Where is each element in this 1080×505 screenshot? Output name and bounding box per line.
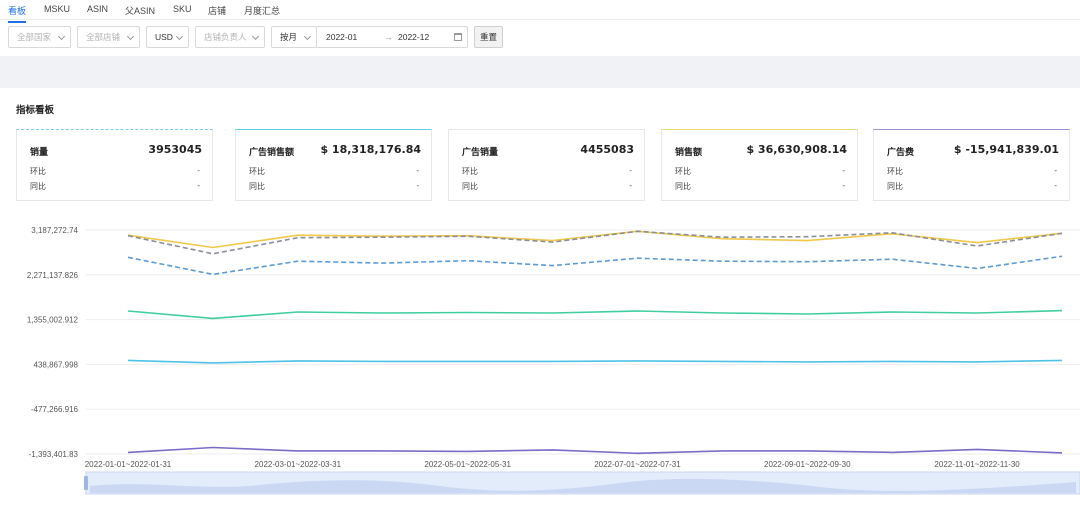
card-yoy-label: 同比 bbox=[249, 182, 265, 191]
date-range-end[interactable]: 2022-12 bbox=[398, 27, 429, 47]
x-tick-label: 2022-11-01~2022-11-30 bbox=[934, 460, 1020, 469]
series-line bbox=[127, 446, 1063, 455]
x-tick-label: 2022-07-01~2022-07-31 bbox=[594, 460, 681, 469]
card-value: $ 36,630,908.14 bbox=[746, 143, 847, 156]
card-mom-value: - bbox=[416, 166, 419, 175]
country-select[interactable]: 全部国家 bbox=[8, 26, 71, 48]
y-tick-label: -1,393,401.83 bbox=[29, 450, 79, 459]
zoom-handle-left[interactable] bbox=[84, 476, 88, 490]
shop-select-text: 全部店铺 bbox=[86, 32, 121, 42]
reset-button[interactable]: 重置 bbox=[474, 26, 503, 48]
shop-select[interactable]: 全部店铺 bbox=[77, 26, 140, 48]
card-label: 广告销售额 bbox=[249, 147, 295, 157]
card-mom-value: - bbox=[197, 166, 200, 175]
y-tick-label: 1,355,002.912 bbox=[27, 316, 79, 325]
card-label: 广告销量 bbox=[462, 147, 499, 157]
tab-msku[interactable]: MSKU bbox=[44, 4, 70, 18]
card-yoy-label: 同比 bbox=[462, 182, 478, 191]
tab-parent-asin[interactable]: 父ASIN bbox=[125, 4, 155, 21]
card-mom-label: 环比 bbox=[249, 167, 265, 176]
card-value: $ 18,318,176.84 bbox=[320, 143, 421, 156]
period-select-text: 按月 bbox=[280, 32, 298, 42]
section-title: 指标看板 bbox=[16, 105, 55, 116]
section-gap bbox=[0, 56, 1080, 88]
currency-select-text: USD bbox=[155, 32, 173, 42]
metric-card-ad-sales[interactable]: 广告销售额 $ 18,318,176.84 环比 - 同比 - bbox=[235, 129, 432, 201]
date-range-picker[interactable]: 2022-01 → 2022-12 bbox=[316, 26, 468, 48]
chevron-down-icon bbox=[251, 32, 260, 41]
card-value: 4455083 bbox=[580, 143, 634, 156]
series-line bbox=[127, 230, 1063, 249]
x-tick-label: 2022-03-01~2022-03-31 bbox=[255, 460, 342, 469]
card-label: 销量 bbox=[30, 147, 49, 157]
card-yoy-label: 同比 bbox=[675, 182, 691, 191]
metric-card-ad-spend[interactable]: 广告费 $ -15,941,839.01 环比 - 同比 - bbox=[873, 129, 1070, 201]
series-line bbox=[127, 230, 1063, 255]
metric-card-ad-qty[interactable]: 广告销量 4455083 环比 - 同比 - bbox=[448, 129, 645, 201]
date-range-start[interactable]: 2022-01 bbox=[326, 27, 357, 47]
tab-asin[interactable]: ASIN bbox=[87, 4, 108, 18]
chevron-down-icon bbox=[126, 32, 135, 41]
series-line bbox=[127, 255, 1063, 276]
y-tick-label: 438,867.998 bbox=[34, 360, 79, 369]
x-tick-label: 2022-09-01~2022-09-30 bbox=[764, 460, 851, 469]
y-tick-label: 2,271,137.826 bbox=[27, 271, 79, 280]
card-yoy-value: - bbox=[629, 181, 632, 190]
series-line bbox=[127, 359, 1063, 364]
card-yoy-value: - bbox=[1054, 181, 1057, 190]
calendar-icon[interactable] bbox=[454, 33, 462, 41]
range-arrow-icon: → bbox=[384, 32, 393, 42]
card-mom-label: 环比 bbox=[675, 167, 691, 176]
country-select-text: 全部国家 bbox=[17, 32, 52, 42]
card-value: 3953045 bbox=[148, 143, 202, 156]
card-yoy-value: - bbox=[842, 181, 845, 190]
card-mom-label: 环比 bbox=[887, 167, 903, 176]
data-zoom-slider[interactable] bbox=[84, 471, 1080, 495]
chevron-down-icon bbox=[57, 32, 66, 41]
tab-bar: 看板 MSKU ASIN 父ASIN SKU 店铺 月度汇总 bbox=[0, 0, 1080, 23]
chevron-down-icon bbox=[303, 32, 312, 41]
card-mom-label: 环比 bbox=[462, 167, 478, 176]
card-yoy-label: 同比 bbox=[887, 182, 903, 191]
card-value: $ -15,941,839.01 bbox=[953, 143, 1059, 156]
currency-select[interactable]: USD bbox=[146, 26, 189, 48]
trend-line-chart: 3,187,272.74 2,271,137.826 1,355,002.912 43… bbox=[27, 226, 1080, 495]
card-mom-value: - bbox=[629, 166, 632, 175]
card-yoy-label: 同比 bbox=[30, 182, 46, 191]
card-label: 销售额 bbox=[675, 147, 703, 157]
filter-bar: 全部国家 全部店铺 USD 店铺负责人 按月 2022-01 → 2022-12… bbox=[0, 26, 1080, 50]
y-tick-label: -477,266.916 bbox=[31, 405, 79, 414]
card-mom-value: - bbox=[842, 166, 845, 175]
card-yoy-value: - bbox=[197, 181, 200, 190]
tab-monthly-summary[interactable]: 月度汇总 bbox=[244, 4, 280, 21]
metric-card-sales-qty[interactable]: 销量 3953045 环比 - 同比 - bbox=[16, 129, 213, 201]
series-line bbox=[127, 309, 1063, 320]
chevron-down-icon bbox=[175, 32, 184, 41]
x-tick-label: 2022-05-01~2022-05-31 bbox=[424, 460, 511, 469]
card-label: 广告费 bbox=[887, 147, 915, 157]
x-tick-label: 2022-01-01~2022-01-31 bbox=[85, 460, 172, 469]
owner-select-text: 店铺负责人 bbox=[204, 32, 247, 42]
tab-dashboard[interactable]: 看板 bbox=[8, 4, 27, 23]
owner-select[interactable]: 店铺负责人 bbox=[195, 26, 265, 48]
card-mom-label: 环比 bbox=[30, 167, 46, 176]
metric-card-sales-amount[interactable]: 销售额 $ 36,630,908.14 环比 - 同比 - bbox=[661, 129, 858, 201]
card-mom-value: - bbox=[1054, 166, 1057, 175]
y-tick-label: 3,187,272.74 bbox=[31, 226, 78, 235]
tab-shop[interactable]: 店铺 bbox=[208, 4, 226, 21]
card-yoy-value: - bbox=[416, 181, 419, 190]
period-select[interactable]: 按月 bbox=[271, 26, 317, 48]
tab-sku[interactable]: SKU bbox=[173, 4, 192, 18]
